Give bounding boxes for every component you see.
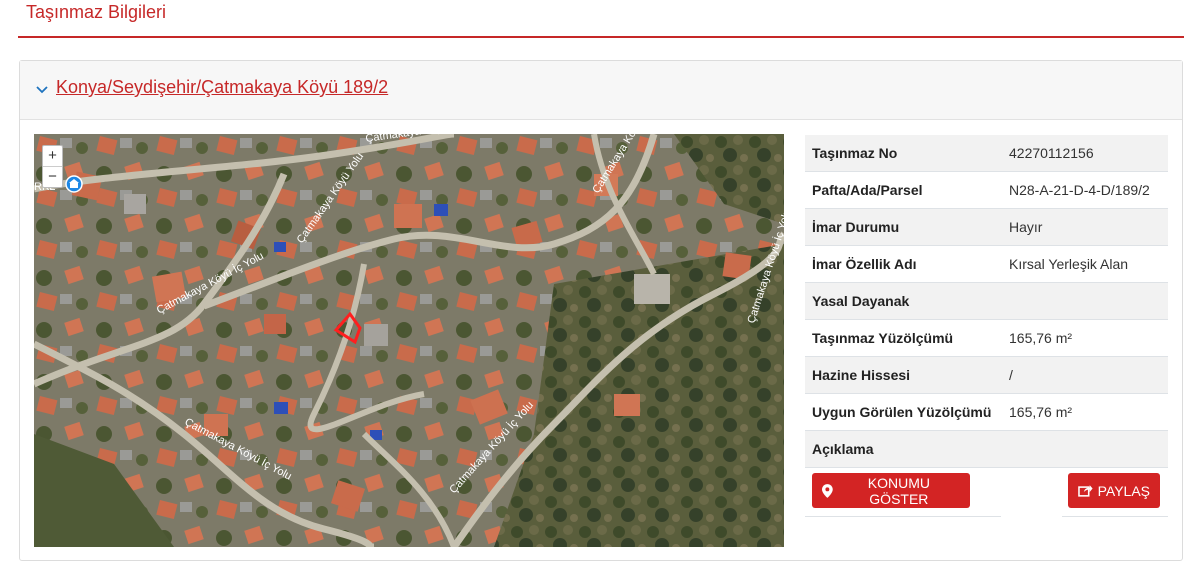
row-label: Taşınmaz Yüzölçümü [805,319,1002,357]
row-label: Hazine Hissesi [805,356,1002,394]
row-value [1002,430,1168,468]
card-header[interactable]: Konya/Seydişehir/Çatmakaya Köyü 189/2 [20,61,1182,120]
satellite-map[interactable]: Çatmakaya Köyü Çatmakaya Köyü Yolu Çatma… [34,134,784,547]
map-zoom-control: + − [42,145,63,188]
show-location-button[interactable]: KONUMU GÖSTER [812,473,970,508]
table-row: Pafta/Ada/Parsel N28-A-21-D-4-D/189/2 [805,171,1168,209]
row-value: 165,76 m² [1002,393,1168,431]
location-pin-icon[interactable] [65,175,83,193]
table-row: Taşınmaz No 42270112156 [805,135,1168,172]
share-label: PAYLAŞ [1097,482,1150,499]
property-info-table: Taşınmaz No 42270112156 Pafta/Ada/Parsel N… [805,135,1168,468]
row-label: Yasal Dayanak [805,282,1002,320]
row-value: N28-A-21-D-4-D/189/2 [1002,171,1168,209]
card-title-link[interactable]: Konya/Seydişehir/Çatmakaya Köyü 189/2 [56,77,388,98]
row-label: Açıklama [805,430,1002,468]
share-icon [1078,485,1093,497]
table-row: İmar Durumu Hayır [805,208,1168,246]
row-value: 42270112156 [1002,135,1168,172]
table-row: Yasal Dayanak [805,282,1168,320]
table-row: Açıklama [805,430,1168,468]
table-row: İmar Özellik Adı Kırsal Yerleşik Alan [805,245,1168,283]
row-value: / [1002,356,1168,394]
table-row: Taşınmaz Yüzölçümü 165,76 m² [805,319,1168,357]
button-row-divider [1062,516,1168,517]
row-label: Pafta/Ada/Parsel [805,171,1002,209]
row-value [1002,282,1168,320]
row-value: 165,76 m² [1002,319,1168,357]
section-divider [18,36,1184,38]
property-card: Konya/Seydişehir/Çatmakaya Köyü 189/2 Ça… [19,60,1183,561]
zoom-out-button[interactable]: − [43,166,62,187]
row-value: Hayır [1002,208,1168,246]
row-value: Kırsal Yerleşik Alan [1002,245,1168,283]
zoom-in-button[interactable]: + [43,146,62,166]
table-row: Uygun Görülen Yüzölçümü 165,76 m² [805,393,1168,431]
chevron-down-icon[interactable] [34,82,50,98]
share-button[interactable]: PAYLAŞ [1068,473,1160,508]
row-label: Taşınmaz No [805,135,1002,172]
table-row: Hazine Hissesi / [805,356,1168,394]
show-location-label: KONUMU GÖSTER [867,474,930,507]
row-label: İmar Durumu [805,208,1002,246]
button-row-divider [805,516,1001,517]
section-title: Taşınmaz Bilgileri [26,2,167,22]
map-marker-icon [822,483,833,498]
row-label: Uygun Görülen Yüzölçümü [805,393,1002,431]
row-label: İmar Özellik Adı [805,245,1002,283]
